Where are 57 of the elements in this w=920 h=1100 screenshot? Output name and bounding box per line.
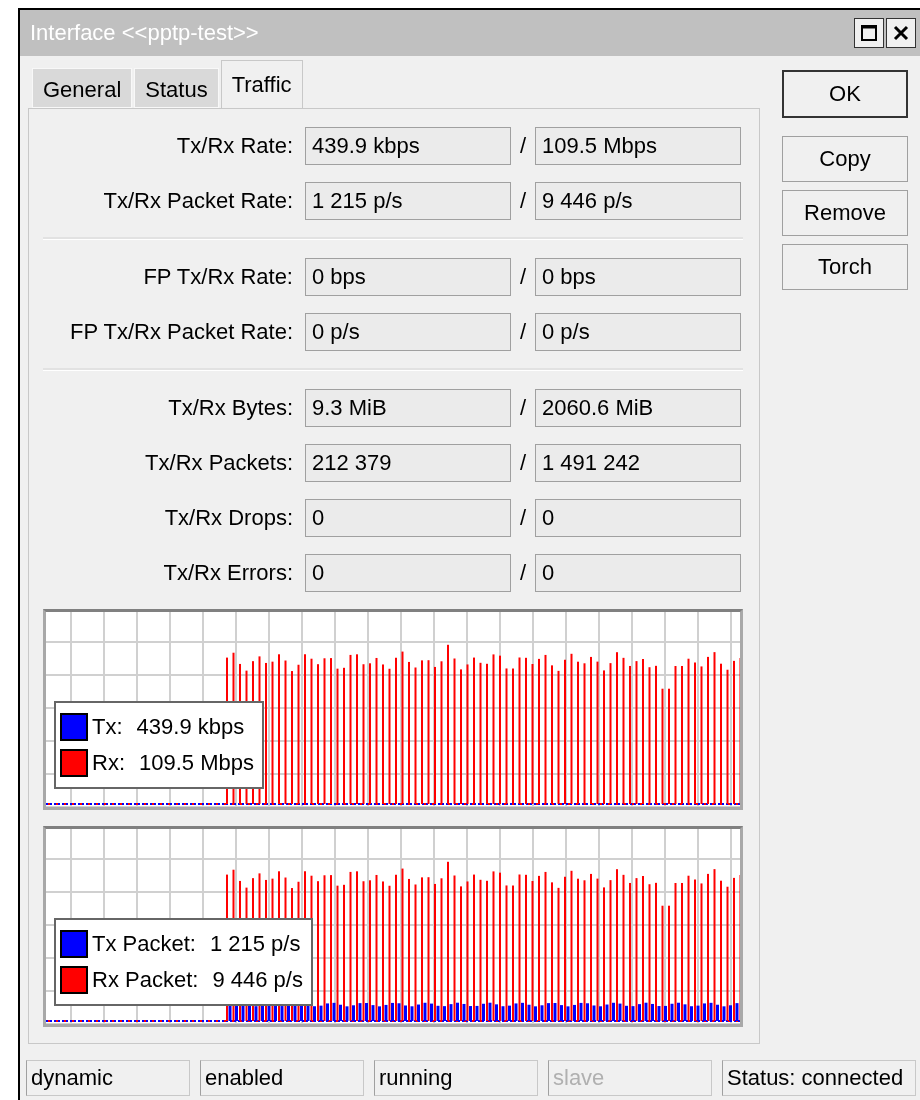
value-field: 9.3 MiB (305, 389, 511, 427)
dialog-button[interactable]: Torch (782, 244, 908, 290)
field-label: Tx/Rx Rate: (175, 133, 294, 159)
status-cell: Status: connected (722, 1060, 916, 1096)
separator-text: / (518, 395, 528, 421)
status-cell: dynamic (26, 1060, 190, 1096)
legend-label: Tx: (92, 714, 123, 740)
legend-value: 109.5 Mbps (139, 750, 254, 776)
status-cell: running (374, 1060, 538, 1096)
status-cell: enabled (200, 1060, 364, 1096)
tab[interactable]: Status (134, 68, 219, 108)
value-field: 0 bps (305, 258, 511, 296)
value-field: 212 379 (305, 444, 511, 482)
value-field: 0 (305, 554, 511, 592)
value-field: 439.9 kbps (305, 127, 511, 165)
legend-value: 439.9 kbps (136, 714, 245, 740)
legend-value: 1 215 p/s (209, 931, 301, 957)
field-label: FP Tx/Rx Packet Rate: (69, 319, 294, 345)
maximize-button[interactable] (854, 18, 884, 48)
separator-text: / (518, 133, 528, 159)
value-field: 0 (305, 499, 511, 537)
field-label: Tx/Rx Drops: (163, 505, 294, 531)
close-button[interactable] (886, 18, 916, 48)
legend-label: Rx Packet: (92, 967, 199, 993)
separator-text: / (518, 505, 528, 531)
tab[interactable]: General (32, 68, 133, 108)
value-field: 0 p/s (305, 313, 511, 351)
field-label: Tx/Rx Bytes: (167, 395, 294, 421)
value-field: 0 (535, 554, 741, 592)
value-field: 0 (535, 499, 741, 537)
separator-text: / (518, 560, 528, 586)
field-label: FP Tx/Rx Rate: (142, 264, 294, 290)
separator-text: / (518, 450, 528, 476)
tab[interactable]: Traffic (220, 60, 303, 108)
value-field: 109.5 Mbps (535, 127, 741, 165)
value-field: 1 491 242 (535, 444, 741, 482)
value-field: 0 bps (535, 258, 741, 296)
legend-label: Rx: (92, 750, 125, 776)
field-label: Tx/Rx Packets: (144, 450, 294, 476)
status-cell: slave (548, 1060, 712, 1096)
window-title: Interface <<pptp-test>> (30, 20, 259, 46)
dialog-button[interactable]: OK (782, 70, 908, 118)
legend-label: Tx Packet: (92, 931, 196, 957)
separator-text: / (518, 264, 528, 290)
separator-text: / (518, 188, 528, 214)
legend-value: 9 446 p/s (212, 967, 303, 993)
value-field: 9 446 p/s (535, 182, 741, 220)
value-field: 2060.6 MiB (535, 389, 741, 427)
close-icon (893, 25, 909, 41)
field-label: Tx/Rx Errors: (162, 560, 294, 586)
dialog-button[interactable]: Remove (782, 190, 908, 236)
maximize-icon (860, 24, 878, 42)
dialog-button[interactable]: Copy (782, 136, 908, 182)
separator-text: / (518, 319, 528, 345)
value-field: 0 p/s (535, 313, 741, 351)
field-label: Tx/Rx Packet Rate: (102, 188, 294, 214)
value-field: 1 215 p/s (305, 182, 511, 220)
